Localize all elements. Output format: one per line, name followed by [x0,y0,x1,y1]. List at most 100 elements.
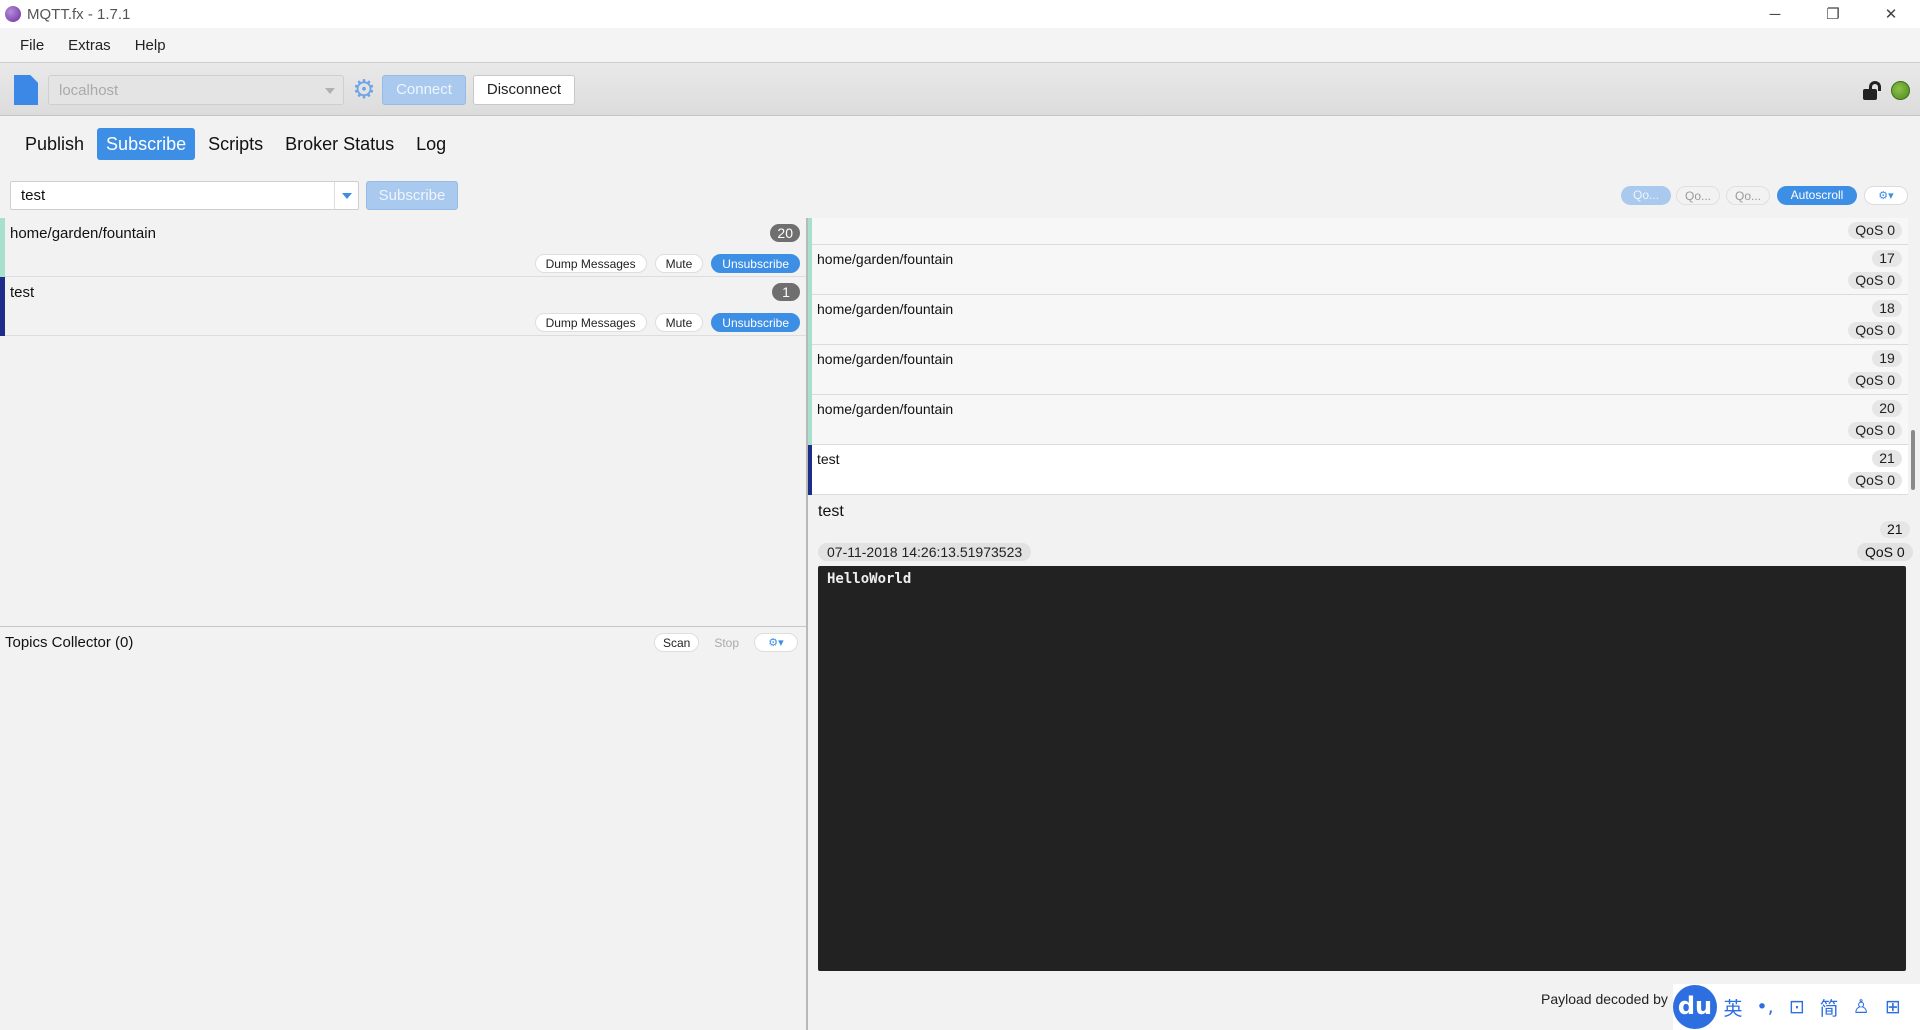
message-qos-badge: QoS 0 [1848,272,1902,289]
message-count-badge: 1 [772,283,800,301]
ime-user-icon[interactable]: ♙ [1845,996,1877,1018]
dump-messages-button[interactable]: Dump Messages [534,254,647,273]
subscribe-button[interactable]: Subscribe [366,181,458,210]
detail-topic: test [818,503,844,520]
tab-log[interactable]: Log [407,128,455,160]
qos-filter-2[interactable]: Qo... [1726,186,1770,205]
topic-input[interactable] [11,182,336,209]
qos-filter-0[interactable]: Qo... [1621,186,1671,205]
mute-button[interactable]: Mute [654,254,704,273]
subscription-item[interactable]: home/garden/fountain 20 Dump Messages Mu… [0,218,806,277]
message-color-bar [808,345,812,395]
broker-profile-select[interactable]: localhost [48,75,344,105]
message-color-bar [808,445,812,495]
message-row[interactable]: home/garden/fountain 18 QoS 0 [808,295,1908,345]
menu-help[interactable]: Help [123,37,178,54]
message-count-badge: 20 [770,224,800,242]
message-list-scrollbar[interactable] [1911,430,1915,490]
subscription-topic: test [10,284,35,301]
message-topic: home/garden/fountain [817,401,954,417]
ime-simplified-toggle[interactable]: 简 [1813,994,1845,1021]
message-color-bar [808,245,812,295]
message-number-badge: 17 [1872,250,1902,267]
menu-bar: File Extras Help [0,28,1920,62]
message-qos-badge: QoS 0 [1848,222,1902,239]
gear-icon[interactable]: ⚙ [351,76,377,102]
message-color-bar [808,218,812,245]
message-row[interactable]: QoS 0 [808,218,1908,245]
message-qos-badge: QoS 0 [1848,422,1902,439]
topics-collector-actions: Scan Stop ⚙▾ [653,633,798,652]
message-qos-badge: QoS 0 [1848,472,1902,489]
message-row-selected[interactable]: test 21 QoS 0 [808,445,1908,495]
window-title: MQTT.fx - 1.7.1 [27,5,131,23]
ime-logo[interactable]: du [1673,985,1717,1029]
message-qos-badge: QoS 0 [1848,372,1902,389]
minimize-icon[interactable]: ─ [1746,0,1804,28]
menu-file[interactable]: File [8,37,56,54]
tab-publish[interactable]: Publish [16,128,93,160]
ime-language-toggle[interactable]: 英 [1717,994,1749,1021]
close-icon[interactable]: ✕ [1862,0,1920,28]
restore-icon[interactable]: ❐ [1804,0,1862,28]
topics-collector-title: Topics Collector (0) [5,634,134,651]
mute-button[interactable]: Mute [654,313,704,332]
subscription-actions: Dump Messages Mute Unsubscribe [534,313,800,332]
tab-scripts[interactable]: Scripts [199,128,272,160]
message-settings-gear-icon[interactable]: ⚙▾ [1864,186,1908,205]
subscription-topic: home/garden/fountain [10,225,156,242]
message-topic: home/garden/fountain [817,351,954,367]
detail-number-badge: 21 [1880,521,1910,538]
app-icon [5,6,21,22]
unsubscribe-button[interactable]: Unsubscribe [711,254,800,273]
window-controls: ─ ❐ ✕ [1746,0,1920,28]
message-number-badge: 19 [1872,350,1902,367]
message-row[interactable]: home/garden/fountain 20 QoS 0 [808,395,1908,445]
autoscroll-toggle[interactable]: Autoscroll [1777,186,1857,205]
topics-collector-header: Topics Collector (0) Scan Stop ⚙▾ [0,626,806,656]
message-color-bar [808,395,812,445]
message-topic: home/garden/fountain [817,301,954,317]
message-number-badge: 21 [1872,450,1902,467]
topic-combobox [10,181,359,210]
subscription-color-bar [0,277,5,336]
tab-subscribe[interactable]: Subscribe [97,128,196,160]
payload-viewer[interactable]: HelloWorld [818,566,1906,971]
message-qos-badge: QoS 0 [1848,322,1902,339]
stop-button[interactable]: Stop [705,633,748,652]
broker-profile-value: localhost [59,82,119,99]
ime-punctuation-icon[interactable]: •, [1749,996,1781,1018]
message-row[interactable]: home/garden/fountain 19 QoS 0 [808,345,1908,395]
payload-text: HelloWorld [827,571,912,587]
collector-settings-gear-icon[interactable]: ⚙▾ [754,633,798,652]
detail-timestamp: 07-11-2018 14:26:13.51973523 [818,543,1032,561]
subscription-color-bar [0,218,5,277]
ime-toolbar: du 英 •, ⊡ 简 ♙ ⊞ [1673,984,1920,1030]
ime-menu-icon[interactable]: ⊞ [1877,996,1909,1018]
ime-keyboard-icon[interactable]: ⊡ [1781,996,1813,1018]
scan-button[interactable]: Scan [653,633,700,652]
disconnect-button[interactable]: Disconnect [473,75,575,105]
connection-toolbar: localhost ⚙ Connect Disconnect [0,62,1920,116]
chevron-down-icon [325,88,335,94]
main-tabs: Publish Subscribe Scripts Broker Status … [16,128,455,160]
message-list: QoS 0 home/garden/fountain 17 QoS 0 home… [808,218,1908,495]
subscription-actions: Dump Messages Mute Unsubscribe [534,254,800,273]
payload-decoder-label: Payload decoded by [1541,991,1668,1007]
topic-history-dropdown[interactable] [334,182,358,209]
message-row[interactable]: home/garden/fountain 17 QoS 0 [808,245,1908,295]
message-number-badge: 18 [1872,300,1902,317]
new-profile-icon[interactable] [14,75,38,105]
menu-extras[interactable]: Extras [56,37,123,54]
message-number-badge: 20 [1872,400,1902,417]
tab-broker-status[interactable]: Broker Status [276,128,403,160]
connection-status-indicator [1891,81,1910,100]
unsubscribe-button[interactable]: Unsubscribe [711,313,800,332]
subscriptions-list: home/garden/fountain 20 Dump Messages Mu… [0,218,806,626]
connect-button[interactable]: Connect [382,75,466,105]
qos-filter-1[interactable]: Qo... [1676,186,1720,205]
message-color-bar [808,295,812,345]
unlock-icon [1863,81,1881,101]
dump-messages-button[interactable]: Dump Messages [534,313,647,332]
subscription-item[interactable]: test 1 Dump Messages Mute Unsubscribe [0,277,806,336]
